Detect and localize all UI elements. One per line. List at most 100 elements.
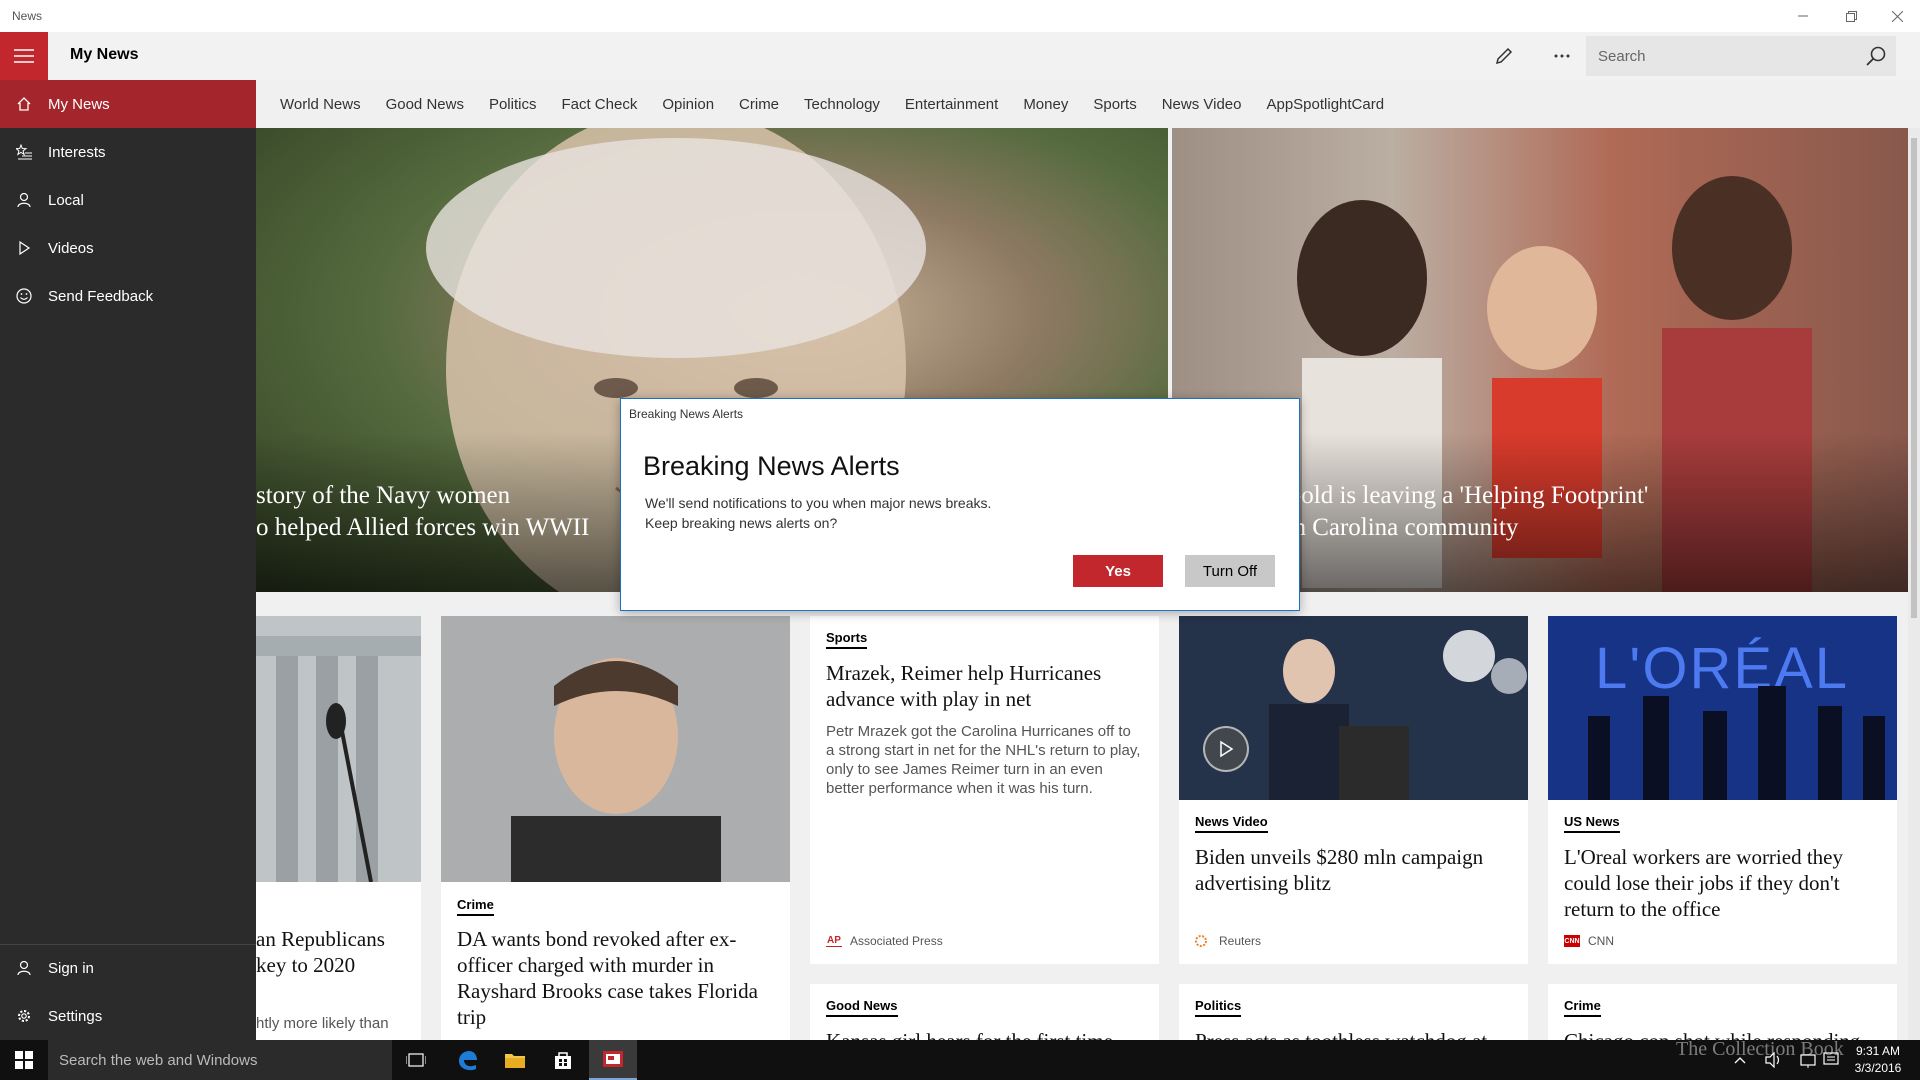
card-title: Press acts as toothless watchdog at [1195, 1028, 1512, 1040]
card-snippet: Petr Mrazek got the Carolina Hurricanes … [826, 723, 1141, 797]
star-list-icon [0, 144, 48, 160]
edit-button[interactable] [1480, 32, 1528, 80]
card-title: Kansas girl hears for the first time [826, 1028, 1143, 1040]
card-title: Mrazek, Reimer help Hurricanes advance w… [826, 661, 1102, 711]
vertical-scrollbar[interactable] [1908, 128, 1920, 1040]
news-card[interactable]: Sports Mrazek, Reimer help Hurricanes ad… [810, 616, 1159, 964]
task-view-icon [406, 1053, 426, 1067]
task-view-button[interactable] [392, 1040, 440, 1080]
card-title: Biden unveils $280 mln campaign advertis… [1195, 845, 1484, 895]
edge-button[interactable] [443, 1040, 491, 1080]
image-caption: L'ORÉAL [1595, 636, 1849, 701]
news-app-icon [603, 1051, 623, 1067]
ap-logo-icon: AP [826, 935, 842, 947]
tab-news-video[interactable]: News Video [1162, 96, 1242, 113]
scrollbar-thumb[interactable] [1911, 138, 1917, 618]
file-explorer-button[interactable] [491, 1040, 539, 1080]
tab-good-news[interactable]: Good News [386, 96, 464, 113]
card-category: News Video [1195, 814, 1268, 833]
news-card[interactable]: L'ORÉAL US News L'Oreal workers are worr… [1548, 616, 1897, 964]
smiley-icon [0, 288, 48, 304]
store-bag-icon [555, 1052, 571, 1069]
sidebar-item-label: Local [48, 191, 84, 209]
play-icon [0, 240, 48, 256]
headline-line: uth Carolina community [1274, 514, 1519, 541]
tab-crime[interactable]: Crime [739, 96, 779, 113]
card-snippet: htly more likely than [256, 1015, 389, 1032]
store-button[interactable] [539, 1040, 587, 1080]
dialog-body: We'll send notifications to you when maj… [645, 493, 991, 533]
sidebar-item-label: Settings [48, 1007, 103, 1025]
sidebar-item-videos[interactable]: Videos [0, 224, 256, 272]
news-card[interactable]: an Republicans key to 2020 htly more lik… [256, 616, 421, 1040]
news-card[interactable]: Politics Press acts as toothless watchdo… [1179, 984, 1528, 1040]
search-input[interactable] [1586, 36, 1856, 76]
folder-icon [505, 1054, 525, 1068]
pencil-icon [1495, 47, 1513, 65]
sidebar-item-interests[interactable]: Interests [0, 128, 256, 176]
tab-fact-check[interactable]: Fact Check [561, 96, 637, 113]
more-options-button[interactable] [1538, 32, 1586, 80]
more-icon [1554, 54, 1570, 58]
news-card[interactable]: Good News Kansas girl hears for the firs… [810, 984, 1159, 1040]
watermark-text: The Collection Book [1676, 1038, 1844, 1060]
card-title: DA wants bond revoked after ex-officer c… [457, 927, 758, 1029]
hamburger-menu-button[interactable] [0, 32, 48, 80]
card-image [256, 616, 421, 882]
sidebar-item-settings[interactable]: Settings [0, 992, 256, 1040]
sidebar-item-label: Videos [48, 239, 94, 257]
sidebar-item-local[interactable]: Local [0, 176, 256, 224]
close-button[interactable] [1874, 0, 1920, 32]
sidebar-item-label: Send Feedback [48, 287, 154, 305]
headline-line: o helped Allied forces win WWII [256, 514, 590, 541]
window-title: News [12, 9, 43, 23]
restore-button[interactable] [1828, 0, 1874, 32]
page-title: My News [70, 46, 139, 63]
news-card[interactable]: Crime Chicago cop shot while responding [1548, 984, 1897, 1040]
tab-money[interactable]: Money [1023, 96, 1068, 113]
card-category: Politics [1195, 998, 1242, 1017]
card-title-line: key to 2020 [256, 953, 356, 977]
news-app-button[interactable] [589, 1040, 637, 1080]
clock-time: 9:31 AM [1855, 1044, 1901, 1058]
card-image [441, 616, 790, 882]
home-icon [0, 96, 48, 112]
restore-icon [1845, 10, 1857, 22]
sidebar-item-send-feedback[interactable]: Send Feedback [0, 272, 256, 320]
news-card[interactable]: News Video Biden unveils $280 mln campai… [1179, 616, 1528, 964]
tab-opinion[interactable]: Opinion [662, 96, 714, 113]
tab-entertainment[interactable]: Entertainment [905, 96, 998, 113]
person-location-icon [0, 192, 48, 208]
tab-appspotlightcard[interactable]: AppSpotlightCard [1266, 96, 1384, 113]
play-button[interactable] [1203, 726, 1249, 772]
card-title: L'Oreal workers are worried they could l… [1564, 845, 1843, 921]
minimize-button[interactable] [1780, 0, 1826, 32]
turn-off-button[interactable]: Turn Off [1185, 555, 1275, 587]
card-category: Good News [826, 998, 898, 1017]
edge-icon [459, 1051, 477, 1071]
category-tabs: World News Good News Politics Fact Check… [256, 80, 1920, 128]
card-source: CNN CNN [1564, 934, 1614, 948]
search-icon[interactable] [1864, 44, 1888, 68]
clock[interactable]: 9:31 AM 3/3/2016 [1846, 1043, 1910, 1077]
play-icon [1220, 740, 1234, 758]
card-category: Crime [457, 897, 494, 916]
headline-line: story of the Navy women [256, 482, 511, 509]
sidebar-item-my-news[interactable]: My News [0, 80, 256, 128]
news-card[interactable]: Crime DA wants bond revoked after ex-off… [441, 616, 790, 1040]
gear-icon [0, 1008, 48, 1024]
search-box [1586, 36, 1896, 76]
yes-button[interactable]: Yes [1073, 555, 1163, 587]
title-bar: News [0, 0, 1920, 32]
taskbar-search[interactable]: Search the web and Windows [48, 1040, 392, 1080]
tab-politics[interactable]: Politics [489, 96, 537, 113]
sidebar-item-sign-in[interactable]: Sign in [0, 944, 256, 992]
tab-technology[interactable]: Technology [804, 96, 880, 113]
card-category: US News [1564, 814, 1620, 833]
card-source: Reuters [1195, 934, 1261, 948]
source-name: Reuters [1219, 934, 1262, 948]
start-button[interactable] [0, 1040, 48, 1080]
tab-world-news[interactable]: World News [280, 96, 361, 113]
tab-sports[interactable]: Sports [1093, 96, 1136, 113]
sidebar: My News Interests Local Videos Send Feed… [0, 80, 256, 1040]
